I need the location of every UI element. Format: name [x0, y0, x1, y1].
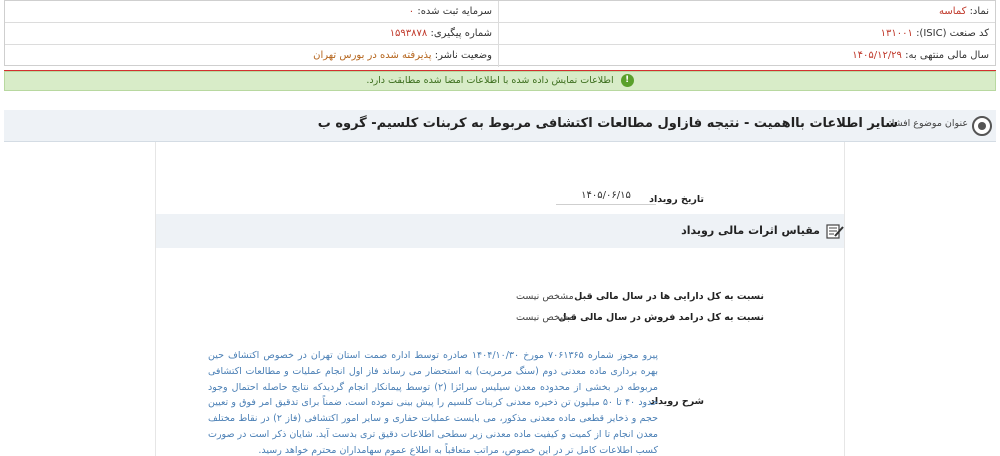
edit-document-icon: [826, 224, 844, 239]
subject-title: سایر اطلاعات بااهمیت - نتیجه فازاول مطال…: [317, 116, 898, 131]
fiscal-year-value: ۱۴۰۵/۱۲/۲۹: [852, 50, 902, 61]
registered-capital-value: ۰: [408, 6, 415, 17]
info-row: نماد: کماسه سرمایه ثبت شده: ۰: [5, 1, 995, 23]
event-content: تاریخ رویداد ۱۴۰۵/۰۶/۱۵ مقیاس اثرات مالی…: [155, 142, 845, 456]
info-icon: !: [620, 74, 634, 87]
isic-label: کد صنعت (ISIC):: [916, 28, 989, 39]
isic-value: ۱۳۱۰۰۱: [880, 28, 913, 39]
subject-label: عنوان موضوع افشا:: [888, 118, 969, 129]
subject-bar: عنوان موضوع افشا: سایر اطلاعات بااهمیت -…: [4, 110, 996, 142]
isic-cell: کد صنعت (ISIC): ۱۳۱۰۰۱: [501, 23, 995, 45]
publisher-status-value: پذیرفته شده در بورس تهران: [313, 50, 432, 61]
financial-impact-title: مقیاس اثرات مالی رویداد: [681, 224, 820, 237]
ratio-assets-value: مشخص نیست: [516, 291, 574, 302]
ratio-revenue-label: نسبت به کل درامد فروش در سال مالی قبل: [558, 312, 764, 323]
registered-capital-label: سرمایه ثبت شده:: [417, 6, 492, 17]
notice-text: اطلاعات نمایش داده شده با اطلاعات امضا ش…: [366, 75, 614, 86]
publisher-status-cell: وضعیت ناشر: پذیرفته شده در بورس تهران: [5, 45, 499, 67]
target-icon: [972, 116, 992, 136]
ratio-assets-label: نسبت به کل دارایی ها در سال مالی قبل: [574, 291, 764, 302]
info-row: سال مالی منتهی به: ۱۴۰۵/۱۲/۲۹ وضعیت ناشر…: [5, 45, 995, 67]
event-description-label: شرح رویداد: [650, 396, 704, 407]
tracking-label: شماره پیگیری:: [430, 28, 492, 39]
fiscal-year-cell: سال مالی منتهی به: ۱۴۰۵/۱۲/۲۹: [501, 45, 995, 67]
symbol-cell: نماد: کماسه: [501, 1, 995, 23]
event-description-text: پیرو مجوز شماره ۷۰۶۱۳۶۵ مورخ ۱۴۰۴/۱۰/۳۰ …: [208, 350, 659, 456]
fiscal-year-label: سال مالی منتهی به:: [905, 50, 989, 61]
symbol-value[interactable]: کماسه: [939, 6, 966, 17]
publisher-status-label: وضعیت ناشر:: [434, 50, 492, 61]
event-date-label: تاریخ رویداد: [649, 194, 704, 205]
tracking-cell: شماره پیگیری: ۱۵۹۳۸۷۸: [5, 23, 499, 45]
ratio-revenue-value: مشخص نیست: [516, 312, 574, 323]
registered-capital-cell: سرمایه ثبت شده: ۰: [5, 1, 499, 23]
event-date-value: ۱۴۰۵/۰۶/۱۵: [556, 190, 656, 205]
info-row: کد صنعت (ISIC): ۱۳۱۰۰۱ شماره پیگیری: ۱۵۹…: [5, 23, 995, 45]
company-info-table: نماد: کماسه سرمایه ثبت شده: ۰ کد صنعت (I…: [4, 0, 996, 67]
financial-impact-header: مقیاس اثرات مالی رویداد: [156, 214, 844, 248]
symbol-label: نماد:: [969, 6, 989, 17]
verification-notice: ! اطلاعات نمایش داده شده با اطلاعات امضا…: [4, 71, 996, 91]
tracking-value: ۱۵۹۳۸۷۸: [389, 28, 428, 39]
